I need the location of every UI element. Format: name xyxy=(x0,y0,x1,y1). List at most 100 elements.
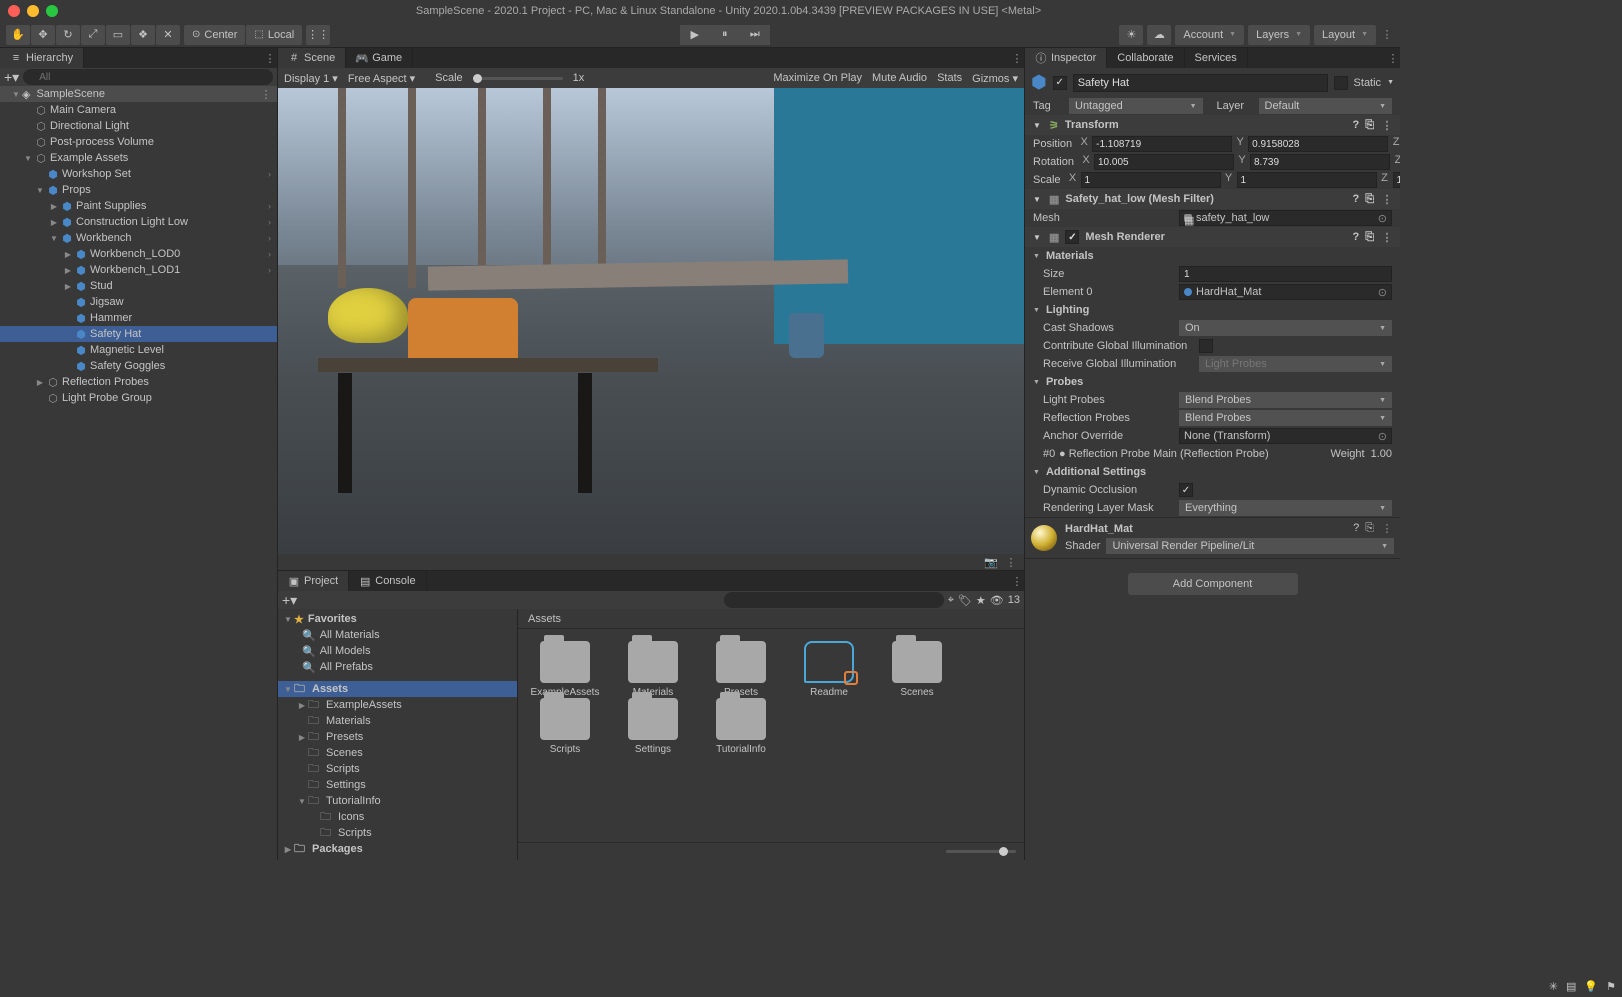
preset-icon[interactable]: ⎘ xyxy=(1365,119,1374,132)
transform-tool[interactable]: ❖ xyxy=(131,25,155,45)
snap-toggle[interactable]: ⋮⋮ xyxy=(306,25,330,45)
preset-icon[interactable]: ⎘ xyxy=(1365,522,1374,535)
scale-x-input[interactable] xyxy=(1081,172,1221,188)
component-menu-icon[interactable] xyxy=(1380,119,1394,132)
hierarchy-item-prefab[interactable]: ⬢Magnetic Level xyxy=(0,342,277,358)
hand-tool[interactable]: ✋ xyxy=(6,25,30,45)
rotate-tool[interactable]: ↻ xyxy=(56,25,80,45)
pivot-rotation-toggle[interactable]: ⬚ Local xyxy=(246,25,302,45)
console-tab[interactable]: ▤Console xyxy=(349,571,426,591)
lighting-settings-icon[interactable]: ☀ xyxy=(1119,25,1143,45)
folder-item[interactable]: 🗀Icons xyxy=(278,809,517,825)
hierarchy-item-prefab[interactable]: ⬢Safety Goggles xyxy=(0,358,277,374)
reflection-probes-dropdown[interactable]: Blend Probes xyxy=(1179,410,1392,426)
gameobject-name-input[interactable] xyxy=(1073,74,1328,92)
packages-folder[interactable]: ▶🗀Packages xyxy=(278,841,517,857)
asset-folder[interactable]: Presets xyxy=(706,641,776,698)
hierarchy-item-selected[interactable]: ⬢Safety Hat xyxy=(0,326,277,342)
scene-view-menu-icon[interactable] xyxy=(1010,48,1024,68)
scene-overlay-menu-icon[interactable] xyxy=(1004,556,1018,569)
materials-section[interactable]: Materials xyxy=(1025,247,1400,265)
collaborate-tab[interactable]: Collaborate xyxy=(1107,48,1184,68)
display-dropdown[interactable]: Display 1 ▾ xyxy=(284,72,338,85)
asset-folder[interactable]: ExampleAssets xyxy=(530,641,600,698)
camera-icon[interactable]: 📷 xyxy=(984,556,998,569)
hierarchy-item-prefab[interactable]: ▼⬢Props xyxy=(0,182,277,198)
light-probes-dropdown[interactable]: Blend Probes xyxy=(1179,392,1392,408)
toolbar-menu-icon[interactable] xyxy=(1380,25,1394,45)
favorite-icon[interactable]: ★ xyxy=(976,594,986,607)
scale-y-input[interactable] xyxy=(1237,172,1377,188)
mesh-renderer-header[interactable]: ▼▦ Mesh Renderer ?⎘ xyxy=(1025,227,1400,247)
asset-readme[interactable]: Readme xyxy=(794,641,864,698)
shader-dropdown[interactable]: Universal Render Pipeline/Lit xyxy=(1106,538,1394,554)
search-by-label-icon[interactable]: 🏷 xyxy=(958,594,972,607)
rendering-layer-dropdown[interactable]: Everything xyxy=(1179,500,1392,516)
project-breadcrumb[interactable]: Assets xyxy=(518,609,1024,629)
asset-folder[interactable]: Settings xyxy=(618,698,688,755)
chevron-right-icon[interactable]: › xyxy=(268,233,271,243)
hierarchy-menu-icon[interactable] xyxy=(263,48,277,68)
inspector-tab[interactable]: ⓘInspector xyxy=(1025,48,1107,68)
folder-item[interactable]: ▼🗀TutorialInfo xyxy=(278,793,517,809)
layers-dropdown[interactable]: Layers xyxy=(1248,25,1310,45)
mute-audio-toggle[interactable]: Mute Audio xyxy=(872,72,927,84)
asset-folder[interactable]: Scenes xyxy=(882,641,952,698)
help-icon[interactable]: ? xyxy=(1352,193,1359,206)
move-tool[interactable]: ✥ xyxy=(31,25,55,45)
custom-tool[interactable]: ✕ xyxy=(156,25,180,45)
hierarchy-item[interactable]: ⬡Main Camera xyxy=(0,102,277,118)
inspector-menu-icon[interactable] xyxy=(1386,48,1400,68)
stats-toggle[interactable]: Stats xyxy=(937,72,962,84)
search-by-type-icon[interactable]: ⌖ xyxy=(948,594,954,607)
pause-button[interactable]: ⏸ xyxy=(710,25,740,45)
tag-dropdown[interactable]: Untagged xyxy=(1069,98,1203,114)
services-tab[interactable]: Services xyxy=(1185,48,1248,68)
chevron-right-icon[interactable]: › xyxy=(268,217,271,227)
scene-row[interactable]: ▼◈ SampleScene xyxy=(0,86,277,102)
layer-dropdown[interactable]: Default xyxy=(1259,98,1393,114)
hierarchy-item-prefab[interactable]: ▶⬢Workbench_LOD0› xyxy=(0,246,277,262)
scale-z-input[interactable] xyxy=(1393,172,1400,188)
chevron-right-icon[interactable]: › xyxy=(268,249,271,259)
create-dropdown[interactable]: +▾ xyxy=(4,69,19,86)
add-component-button[interactable]: Add Component xyxy=(1128,573,1298,595)
project-tab[interactable]: ▣Project xyxy=(278,571,349,591)
hierarchy-item-prefab[interactable]: ▶⬢Paint Supplies› xyxy=(0,198,277,214)
layout-dropdown[interactable]: Layout xyxy=(1314,25,1376,45)
help-icon[interactable]: ? xyxy=(1352,231,1359,244)
scene-viewport[interactable] xyxy=(278,88,1024,554)
contribute-gi-checkbox[interactable] xyxy=(1199,339,1213,353)
chevron-right-icon[interactable]: › xyxy=(268,265,271,275)
material-preview[interactable]: HardHat_Mat?⎘ ShaderUniversal Render Pip… xyxy=(1025,517,1400,559)
help-icon[interactable]: ? xyxy=(1352,119,1359,132)
hierarchy-item-prefab[interactable]: ▼⬢Workbench› xyxy=(0,230,277,246)
hierarchy-item-prefab[interactable]: ▶⬢Workbench_LOD1› xyxy=(0,262,277,278)
maximize-window-button[interactable] xyxy=(46,5,58,17)
cast-shadows-dropdown[interactable]: On xyxy=(1179,320,1392,336)
rect-tool[interactable]: ▭ xyxy=(106,25,130,45)
hierarchy-item-prefab[interactable]: ▶⬢Stud xyxy=(0,278,277,294)
hierarchy-search-input[interactable] xyxy=(23,69,273,85)
step-button[interactable]: ⏭ xyxy=(740,25,770,45)
scale-tool[interactable]: ⤢ xyxy=(81,25,105,45)
scene-menu-icon[interactable] xyxy=(259,88,273,101)
project-search-input[interactable] xyxy=(724,592,944,608)
gizmos-dropdown[interactable]: Gizmos ▾ xyxy=(972,72,1018,85)
asset-folder[interactable]: Scripts xyxy=(530,698,600,755)
material-object-field[interactable]: HardHat_Mat⊙ xyxy=(1179,284,1392,300)
hierarchy-item[interactable]: ⬡Post-process Volume xyxy=(0,134,277,150)
favorites-header[interactable]: ▼★Favorites xyxy=(278,611,517,627)
hierarchy-item-prefab[interactable]: ⬢Jigsaw xyxy=(0,294,277,310)
additional-settings-section[interactable]: Additional Settings xyxy=(1025,463,1400,481)
help-icon[interactable]: ? xyxy=(1353,522,1359,535)
favorite-item[interactable]: 🔍All Prefabs xyxy=(278,659,517,675)
maximize-toggle[interactable]: Maximize On Play xyxy=(773,72,862,84)
account-dropdown[interactable]: Account xyxy=(1175,25,1244,45)
pivot-mode-toggle[interactable]: ⊙ Center xyxy=(184,25,245,45)
scale-slider[interactable] xyxy=(473,77,563,80)
chevron-right-icon[interactable]: › xyxy=(268,169,271,179)
static-checkbox[interactable] xyxy=(1334,76,1348,90)
mesh-filter-header[interactable]: ▼▦ Safety_hat_low (Mesh Filter) ?⎘ xyxy=(1025,189,1400,209)
lighting-section[interactable]: Lighting xyxy=(1025,301,1400,319)
